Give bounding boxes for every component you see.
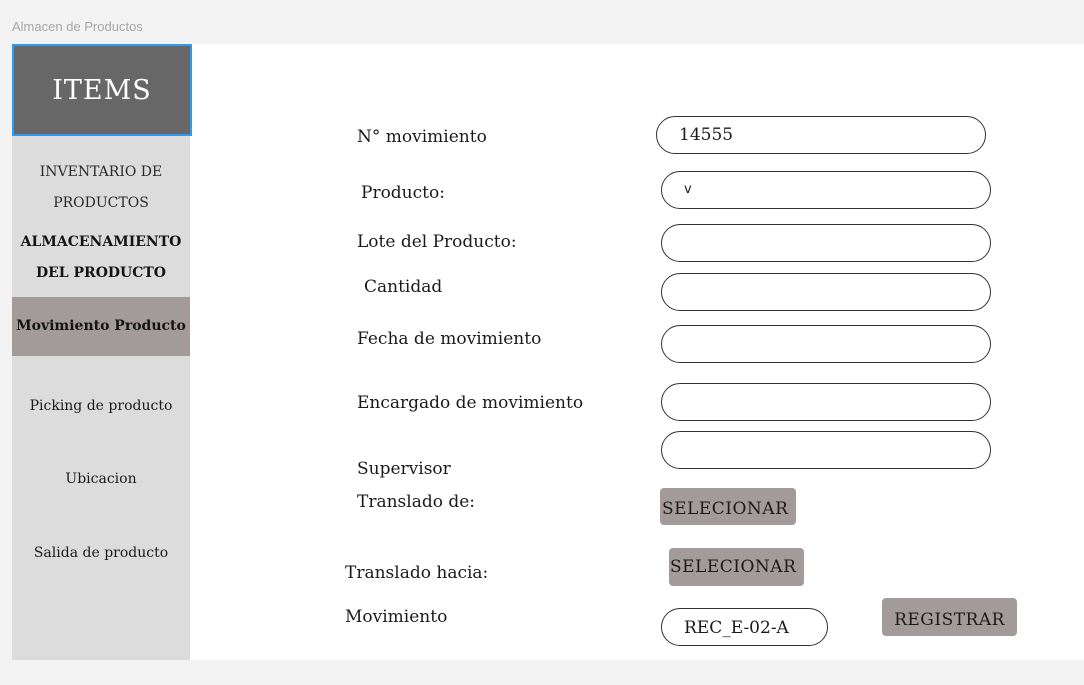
sidebar-item-inventario[interactable]: INVENTARIO DE PRODUCTOS [12, 157, 190, 219]
sidebar-item-label: ALMACENAMIENTO [20, 234, 182, 250]
supervisor-label: Supervisor [357, 459, 451, 479]
sidebar-item-label: INVENTARIO DE [39, 164, 163, 180]
producto-select[interactable]: v [661, 171, 991, 209]
movimiento-label: Movimiento [345, 607, 448, 627]
sidebar-item-movimiento[interactable]: Movimiento Producto [12, 297, 190, 356]
sidebar-item-picking[interactable]: Picking de producto [12, 396, 190, 416]
translado-de-label: Translado de: [357, 492, 476, 512]
window-title: Almacen de Productos [12, 19, 143, 34]
encargado-label: Encargado de movimiento [357, 393, 584, 413]
sidebar-item-label: PRODUCTOS [53, 195, 149, 211]
fecha-label: Fecha de movimiento [357, 329, 542, 349]
sidebar-item-ubicacion[interactable]: Ubicacion [12, 469, 190, 489]
num-movimiento-label: N° movimiento [357, 127, 487, 147]
fecha-input[interactable] [661, 325, 991, 363]
sidebar-item-label: Ubicacion [65, 471, 137, 487]
translado-de-select-button[interactable]: SELECIONAR [660, 488, 796, 525]
sidebar-item-salida[interactable]: Salida de producto [12, 543, 190, 563]
movimiento-input[interactable]: REC_E-02-A [661, 608, 828, 646]
lote-input[interactable] [661, 224, 991, 262]
registrar-button[interactable]: REGISTRAR [882, 598, 1017, 636]
encargado-input[interactable] [661, 383, 991, 421]
lote-label: Lote del Producto: [357, 232, 517, 252]
cantidad-label: Cantidad [364, 277, 443, 297]
supervisor-input[interactable] [661, 431, 991, 469]
translado-hacia-select-button[interactable]: SELECIONAR [669, 548, 804, 586]
sidebar-item-label: Picking de producto [29, 398, 173, 414]
items-header-label: ITEMS [52, 74, 152, 106]
producto-label: Producto: [361, 183, 445, 203]
sidebar-item-label: DEL PRODUCTO [36, 265, 166, 281]
sidebar: ITEMS INVENTARIO DE PRODUCTOS ALMACENAMI… [12, 44, 192, 660]
translado-hacia-label: Translado hacia: [345, 563, 489, 583]
sidebar-item-label: Salida de producto [33, 545, 169, 561]
sidebar-item-almacenamiento[interactable]: ALMACENAMIENTO DEL PRODUCTO [12, 227, 190, 289]
num-movimiento-input[interactable]: 14555 [656, 116, 986, 154]
cantidad-input[interactable] [661, 273, 991, 311]
items-header[interactable]: ITEMS [12, 44, 192, 136]
sidebar-item-label: Movimiento Producto [16, 318, 186, 334]
